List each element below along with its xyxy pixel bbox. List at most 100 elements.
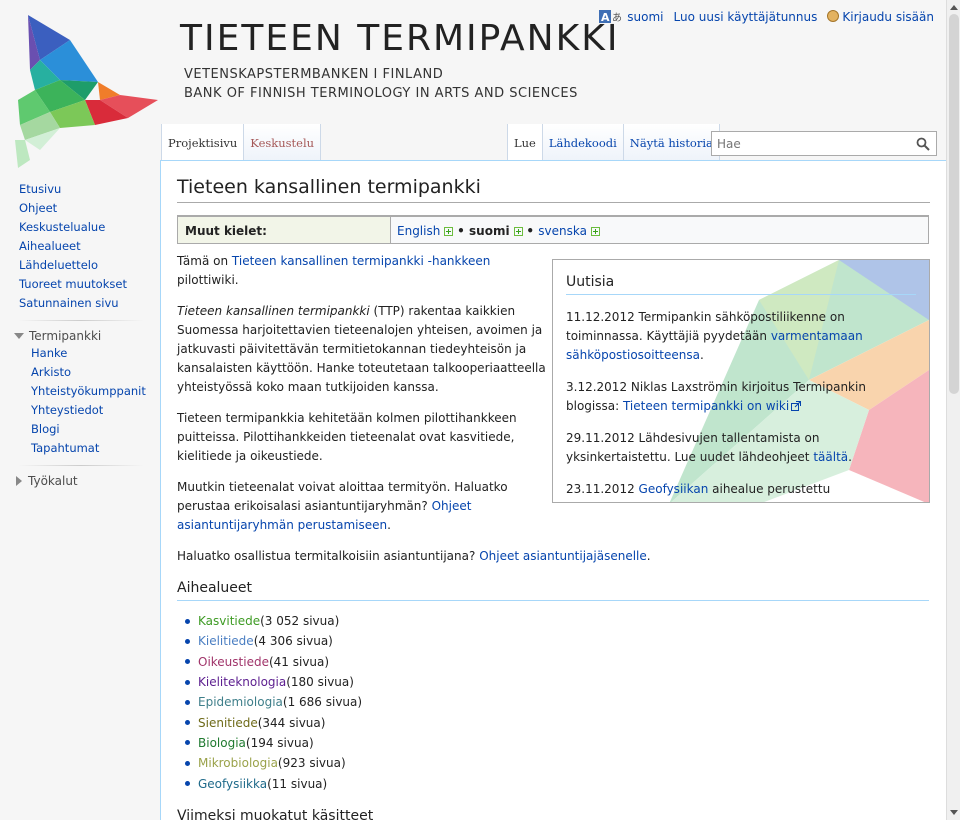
portal-termipankki-list: Hanke Arkisto Yhteistyökumppanit Yhteyst…: [0, 346, 160, 460]
user-icon: [827, 10, 840, 22]
login-item[interactable]: Kirjaudu sisään: [827, 10, 934, 24]
news-box: Uutisia 11.12.2012 Termipankin sähköpost…: [552, 259, 930, 503]
tab-read[interactable]: Lue: [507, 124, 542, 161]
list-item: Epidemiologia (1 686 sivua): [185, 692, 930, 712]
sidebar-item-blogi[interactable]: Blogi: [31, 422, 160, 441]
field-link[interactable]: Kieliteknologia: [198, 675, 286, 689]
field-link[interactable]: Sienitiede: [198, 716, 258, 730]
bullet-icon: [185, 679, 190, 685]
expert-member-guide-link[interactable]: Ohjeet asiantuntijajäsenelle: [479, 549, 647, 563]
field-link[interactable]: Kielitiede: [198, 634, 254, 648]
search-icon[interactable]: [916, 137, 930, 151]
external-link-icon: [791, 401, 802, 411]
description-paragraph: Tieteen kansallinen termipankki (TTP) ra…: [177, 304, 546, 394]
scrollbar-thumb[interactable]: [949, 14, 959, 394]
list-item: Mikrobiologia (923 sivua): [185, 753, 930, 773]
field-link[interactable]: Geofysiikka: [198, 777, 267, 791]
fields-heading: Aihealueet: [177, 580, 929, 601]
sidebar-item-hanke[interactable]: Hanke: [31, 346, 160, 365]
add-icon[interactable]: [444, 227, 454, 236]
bullet-icon: [185, 699, 190, 705]
field-link[interactable]: Oikeustiede: [198, 655, 269, 669]
bullet-icon: [185, 618, 190, 624]
site-logo[interactable]: [0, 0, 160, 175]
fields-list: Kasvitiede (3 052 sivua) Kielitiede (4 3…: [177, 611, 930, 794]
language-links: English • suomi • svenska: [391, 217, 928, 243]
sidebar-item-aihealueet[interactable]: Aihealueet: [19, 239, 160, 258]
sidebar-divider: [18, 320, 144, 321]
field-link[interactable]: Kasvitiede: [198, 614, 260, 628]
sidebar-item-tuoreet-muutokset[interactable]: Tuoreet muutokset: [19, 277, 160, 296]
field-link[interactable]: Mikrobiologia: [198, 756, 278, 770]
recent-concepts-heading: Viimeksi muokatut käsitteet: [177, 808, 929, 820]
sidebar-item-arkisto[interactable]: Arkisto: [31, 365, 160, 384]
portal-heading-termipankki[interactable]: Termipankki: [0, 326, 160, 346]
page-title: Tieteen kansallinen termipankki: [177, 176, 930, 203]
site-subtitle-english: BANK OF FINNISH TERMINOLOGY IN ARTS AND …: [184, 86, 578, 101]
bullet-icon: [185, 720, 190, 726]
sidebar-item-keskustelualue[interactable]: Keskustelualue: [19, 220, 160, 239]
content-area: Tieteen kansallinen termipankki Muut kie…: [160, 160, 946, 820]
news-link[interactable]: Geofysiikan: [639, 482, 709, 496]
field-link[interactable]: Epidemiologia: [198, 695, 283, 709]
list-item: Kielitiede (4 306 sivua): [185, 631, 930, 651]
news-link[interactable]: täältä: [813, 450, 848, 464]
list-item: Biologia (194 sivua): [185, 733, 930, 753]
collapse-arrow-icon: [14, 333, 24, 339]
sidebar-item-satunnainen-sivu[interactable]: Satunnainen sivu: [19, 296, 160, 315]
language-selector[interactable]: A あ suomi: [599, 10, 664, 24]
list-item: Geofysiikka (11 sivua): [185, 773, 930, 793]
site-subtitle-swedish: VETENSKAPSTERMBANKEN I FINLAND: [184, 67, 444, 82]
tab-project-page[interactable]: Projektisivu: [161, 124, 244, 161]
news-title: Uutisia: [566, 274, 916, 295]
sidebar-item-ohjeet[interactable]: Ohjeet: [19, 201, 160, 220]
add-icon[interactable]: [513, 227, 523, 236]
pilot-paragraph: Tieteen termipankkia kehitetään kolmen p…: [177, 411, 517, 463]
svg-text:A: A: [601, 11, 610, 23]
list-item: Kasvitiede (3 052 sivua): [185, 611, 930, 631]
search-box: [711, 131, 937, 156]
news-item: 23.11.2012 Geofysiikan aihealue perustet…: [566, 482, 831, 496]
sidebar-item-etusivu[interactable]: Etusivu: [19, 182, 160, 201]
scroll-down-arrow-icon[interactable]: [950, 810, 958, 815]
expert-group-paragraph: Muutkin tieteenalat voivat aloittaa term…: [177, 480, 508, 532]
tab-history[interactable]: Näytä historia: [622, 124, 720, 161]
intro-text: Tämä on Tieteen kansallinen termipankki …: [177, 252, 547, 535]
bullet-icon: [185, 740, 190, 746]
bullet-icon: [185, 781, 190, 787]
bullet-icon: [185, 760, 190, 766]
language-icon: A あ: [599, 10, 622, 23]
sidebar-divider: [18, 465, 144, 466]
tab-discussion[interactable]: Keskustelu: [243, 124, 322, 161]
search-input[interactable]: [712, 132, 902, 155]
expand-arrow-icon: [16, 476, 22, 486]
add-icon[interactable]: [590, 227, 600, 236]
personal-tools: A あ suomi Luo uusi käyttäjätunnus Kirjau…: [599, 10, 934, 24]
portal-heading-tools[interactable]: Työkalut: [0, 471, 160, 491]
vertical-scrollbar[interactable]: [946, 0, 960, 820]
field-link[interactable]: Biologia: [198, 736, 246, 750]
expert-member-paragraph: Haluatko osallistua termitalkoisiin asia…: [177, 549, 651, 563]
svg-text:あ: あ: [612, 12, 622, 23]
login-link[interactable]: Kirjaudu sisään: [842, 10, 934, 24]
scroll-up-arrow-icon[interactable]: [950, 5, 958, 10]
lang-current-suomi: suomi: [469, 224, 510, 238]
view-tabs: Lue Lähdekoodi Näytä historia: [507, 124, 720, 161]
list-item: Sienitiede (344 sivua): [185, 712, 930, 732]
bullet-icon: [185, 638, 190, 644]
sidebar-item-yhteistyokumppanit[interactable]: Yhteistyökumppanit: [31, 384, 160, 403]
sidebar-item-yhteystiedot[interactable]: Yhteystiedot: [31, 403, 160, 422]
tab-view-source[interactable]: Lähdekoodi: [541, 124, 623, 161]
project-link[interactable]: Tieteen kansallinen termipankki -hankkee…: [232, 254, 490, 268]
lang-link-english[interactable]: English: [397, 224, 440, 238]
bullet-icon: [185, 659, 190, 665]
news-item: 29.11.2012 Lähdesivujen tallentamista on…: [566, 431, 852, 464]
create-account-link[interactable]: Luo uusi käyttäjätunnus: [674, 10, 818, 24]
language-link[interactable]: suomi: [627, 10, 663, 24]
list-item: Oikeustiede (41 sivua): [185, 652, 930, 672]
sidebar-item-lahdeluettelo[interactable]: Lähdeluettelo: [19, 258, 160, 277]
sidebar: Etusivu Ohjeet Keskustelualue Aihealueet…: [0, 175, 160, 491]
sidebar-item-tapahtumat[interactable]: Tapahtumat: [31, 441, 160, 460]
news-link[interactable]: Tieteen termipankki on wiki: [623, 399, 789, 413]
lang-link-svenska[interactable]: svenska: [538, 224, 587, 238]
